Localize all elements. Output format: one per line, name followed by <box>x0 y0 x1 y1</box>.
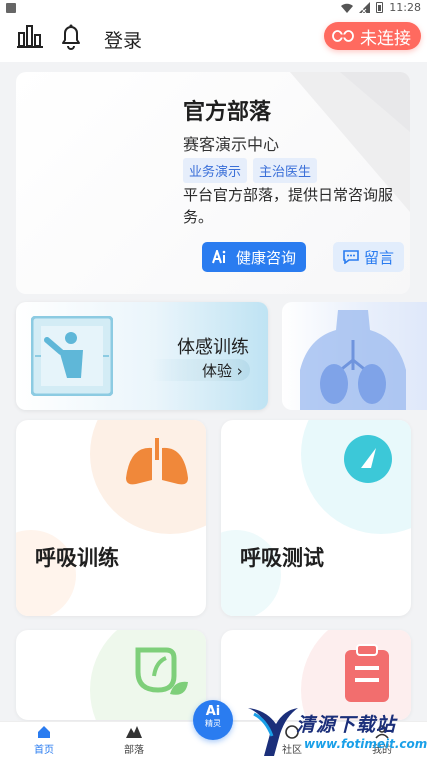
stats-icon[interactable] <box>16 22 44 50</box>
leaf-icon <box>135 647 188 695</box>
connection-status-button[interactable]: 未连接 <box>324 22 421 50</box>
top-bar: 登录 未连接 <box>0 16 427 62</box>
mountain-icon <box>126 726 142 738</box>
health-consult-label: 健康咨询 <box>236 248 297 267</box>
watermark-logo <box>248 708 298 756</box>
login-link[interactable]: 登录 <box>104 26 142 53</box>
lungs-icon <box>126 438 188 485</box>
watermark-url: www.fotimeit.com <box>304 737 427 751</box>
ai-icon <box>212 250 226 264</box>
try-now-label: 体验 <box>202 362 233 380</box>
connection-status-label: 未连接 <box>360 28 411 49</box>
breathing-test-label: 呼吸测试 <box>240 546 324 570</box>
nav-tribe[interactable]: 部落 <box>104 725 164 756</box>
gauge-icon <box>344 435 392 483</box>
clipboard-icon <box>345 644 389 702</box>
tribe-tags: 业务演示 主治医生 <box>183 158 318 183</box>
health-consult-button[interactable]: 健康咨询 <box>202 242 307 272</box>
wifi-icon <box>341 3 354 13</box>
ai-button-sub: 精灵 <box>205 719 221 728</box>
link-broken-icon <box>332 30 354 42</box>
motion-training-card[interactable]: 体感训练 体验 › <box>16 302 268 410</box>
lung-illustration-card[interactable] <box>282 302 427 410</box>
breathing-training-label: 呼吸训练 <box>35 546 119 570</box>
nav-home[interactable]: 首页 <box>14 725 74 756</box>
message-icon <box>343 250 359 264</box>
status-bar: 11:28 <box>0 0 427 16</box>
leave-message-label: 留言 <box>364 248 395 267</box>
try-now-link[interactable]: 体验 › <box>202 360 243 381</box>
ai-button-main: Ai <box>205 704 221 719</box>
ai-assistant-button[interactable]: Ai 精灵 <box>193 700 233 740</box>
official-tribe-card[interactable]: 官方部落 赛客演示中心 业务演示 主治医生 平台官方部落，提供日常咨询服务。 健… <box>16 72 410 294</box>
lungs-body-illustration <box>300 310 406 410</box>
tag-business-demo: 业务演示 <box>183 158 248 183</box>
tag-attending-doctor: 主治医生 <box>253 158 318 183</box>
motion-training-illustration <box>31 316 113 396</box>
notification-icon <box>6 3 16 13</box>
breathing-test-card[interactable]: 呼吸测试 <box>221 420 411 616</box>
motion-training-title: 体感训练 <box>177 337 249 358</box>
battery-icon <box>376 2 384 13</box>
nav-home-label: 首页 <box>34 745 54 756</box>
status-time: 11:28 <box>389 1 421 14</box>
nav-tribe-label: 部落 <box>124 745 144 756</box>
tribe-description: 平台官方部落，提供日常咨询服务。 <box>183 186 394 226</box>
watermark-title: 清源下载站 <box>296 714 397 736</box>
home-icon <box>38 726 50 738</box>
signal-icon <box>359 2 371 13</box>
tribe-subtitle: 赛客演示中心 <box>183 135 280 154</box>
leave-message-button[interactable]: 留言 <box>333 242 405 272</box>
bell-icon[interactable] <box>57 22 85 50</box>
health-leaf-card[interactable] <box>16 630 206 720</box>
tribe-title: 官方部落 <box>183 100 272 125</box>
watermark: 清源下载站 www.fotimeit.com <box>244 700 427 760</box>
breathing-training-card[interactable]: 呼吸训练 <box>16 420 206 616</box>
